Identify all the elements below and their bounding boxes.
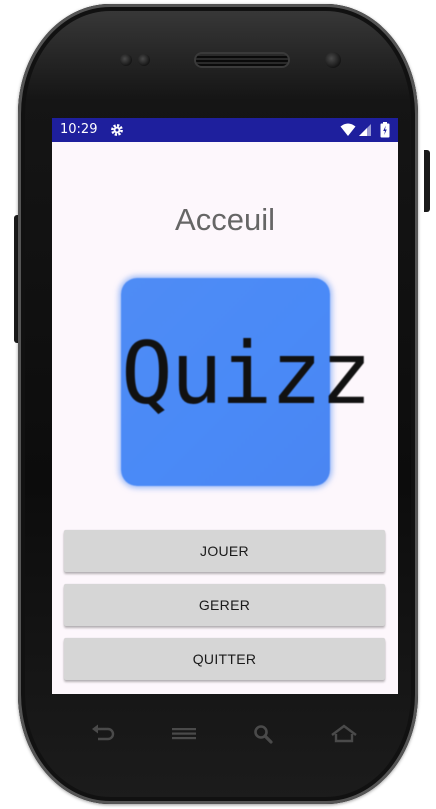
earpiece-speaker xyxy=(196,54,288,66)
manage-button[interactable]: GERER xyxy=(64,584,385,626)
search-icon[interactable] xyxy=(249,722,279,746)
light-sensor-icon xyxy=(138,54,150,66)
back-icon[interactable] xyxy=(88,722,118,746)
quizz-logo: Quizz xyxy=(121,278,372,486)
menu-icon[interactable] xyxy=(169,722,199,746)
gear-icon xyxy=(111,124,123,136)
proximity-sensor-icon xyxy=(120,54,132,66)
page-title: Acceuil xyxy=(175,202,275,237)
battery-icon xyxy=(380,122,390,138)
status-bar: 10:29 xyxy=(52,118,398,142)
play-button[interactable]: JOUER xyxy=(64,530,385,572)
home-icon[interactable] xyxy=(329,722,359,746)
signal-icon xyxy=(359,124,371,136)
power-side-button xyxy=(424,150,430,212)
wifi-icon xyxy=(340,123,356,136)
front-camera-icon xyxy=(325,52,341,68)
navigation-bar xyxy=(52,712,398,756)
quit-button[interactable]: QUITTER xyxy=(64,638,385,680)
logo-text: Quizz xyxy=(121,324,372,424)
app-screen: 10:29 Acceuil Quizz JOUER GERER QUITTER xyxy=(52,118,398,694)
status-time: 10:29 xyxy=(60,122,98,137)
